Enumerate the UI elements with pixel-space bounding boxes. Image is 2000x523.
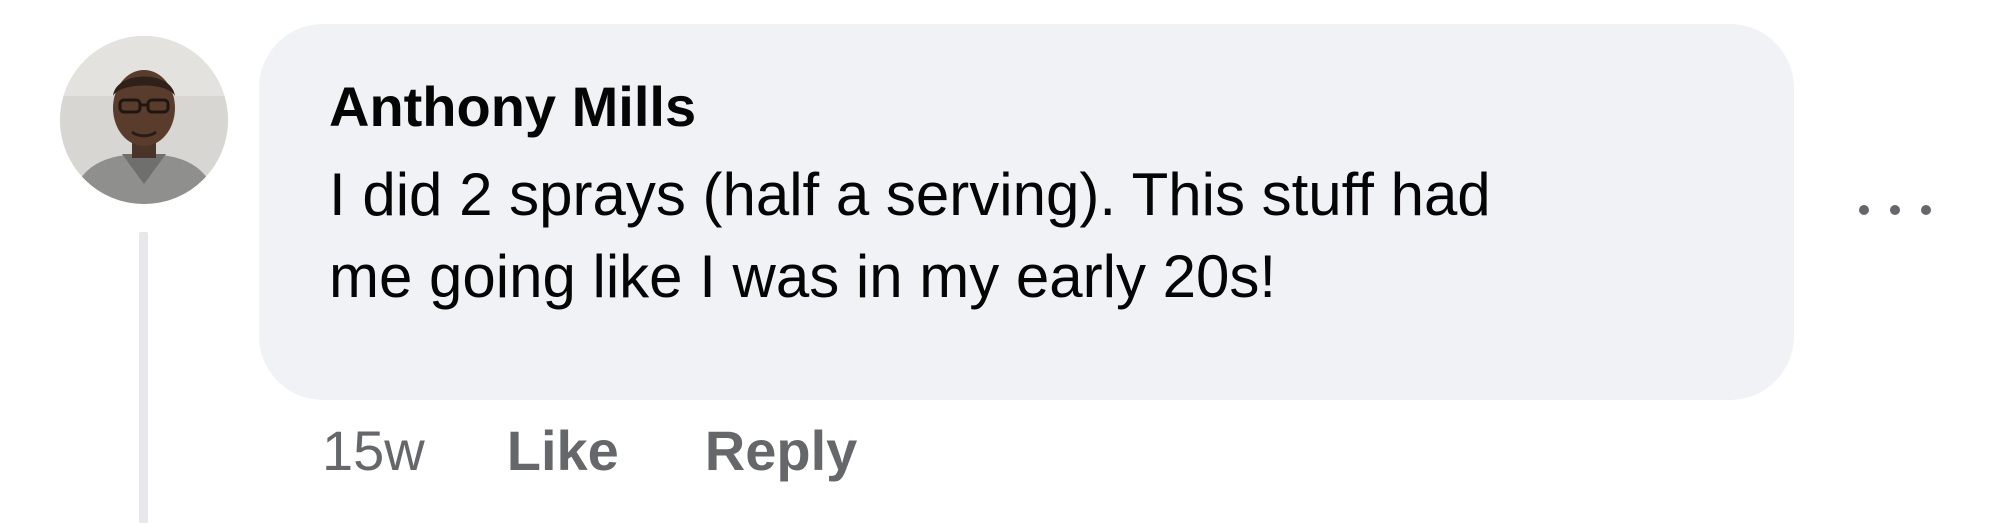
avatar[interactable]: [60, 36, 228, 204]
more-options-button[interactable]: [1855, 185, 1935, 235]
avatar-photo: [60, 36, 228, 204]
comment-actions: 15w Like Reply: [322, 410, 943, 490]
more-horizontal-icon: [1859, 205, 1869, 215]
comment-text-line: me going like I was in my early 20s!: [329, 243, 1277, 310]
comment-bubble: Anthony Mills I did 2 sprays (half a ser…: [259, 24, 1794, 400]
comment-timestamp[interactable]: 15w: [322, 418, 425, 483]
comment-text-line: I did 2 sprays (half a serving). This st…: [329, 161, 1491, 228]
thread-line: [139, 232, 148, 523]
more-horizontal-icon: [1921, 205, 1931, 215]
reply-button[interactable]: Reply: [705, 418, 858, 483]
comment-author[interactable]: Anthony Mills: [329, 74, 1734, 140]
more-horizontal-icon: [1890, 205, 1900, 215]
like-button[interactable]: Like: [507, 418, 619, 483]
comment-text: I did 2 sprays (half a serving). This st…: [329, 154, 1734, 318]
